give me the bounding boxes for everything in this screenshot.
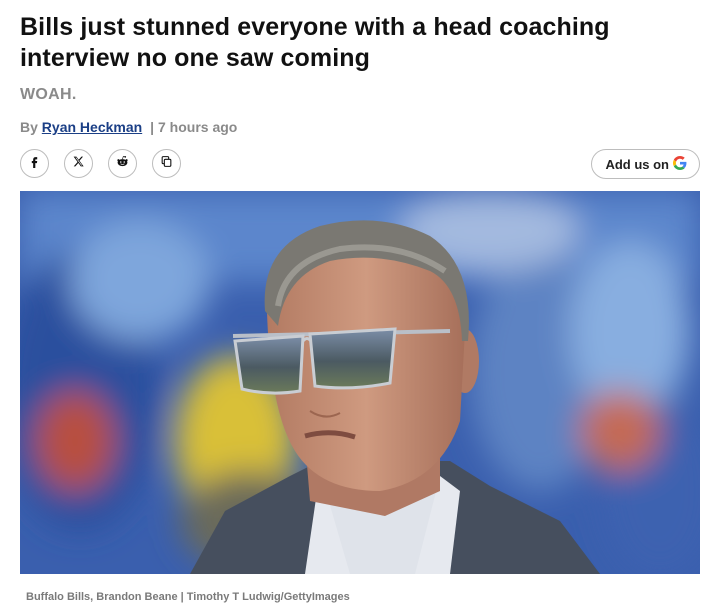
copy-link-button[interactable] [152,149,181,178]
byline-separator: | [150,119,154,135]
byline-prefix: By [20,119,38,135]
x-icon [72,155,85,173]
hero-photo [20,191,700,574]
add-us-on-google-button[interactable]: Add us on [591,149,700,179]
reddit-icon [116,155,129,173]
share-facebook-button[interactable] [20,149,49,178]
share-reddit-button[interactable] [108,149,137,178]
google-icon [673,155,687,173]
share-bar [20,149,181,178]
add-us-on-label: Add us on [605,156,669,172]
facebook-icon [28,155,41,173]
byline: By Ryan Heckman | 7 hours ago [20,119,237,135]
share-x-button[interactable] [64,149,93,178]
publish-time: 7 hours ago [158,119,238,135]
article-headline: Bills just stunned everyone with a head … [20,13,610,72]
photo-caption: Buffalo Bills, Brandon Beane | Timothy T… [26,591,350,603]
copy-link-icon [160,155,173,173]
article-subheadline: WOAH. [20,86,77,103]
author-link[interactable]: Ryan Heckman [42,119,142,135]
